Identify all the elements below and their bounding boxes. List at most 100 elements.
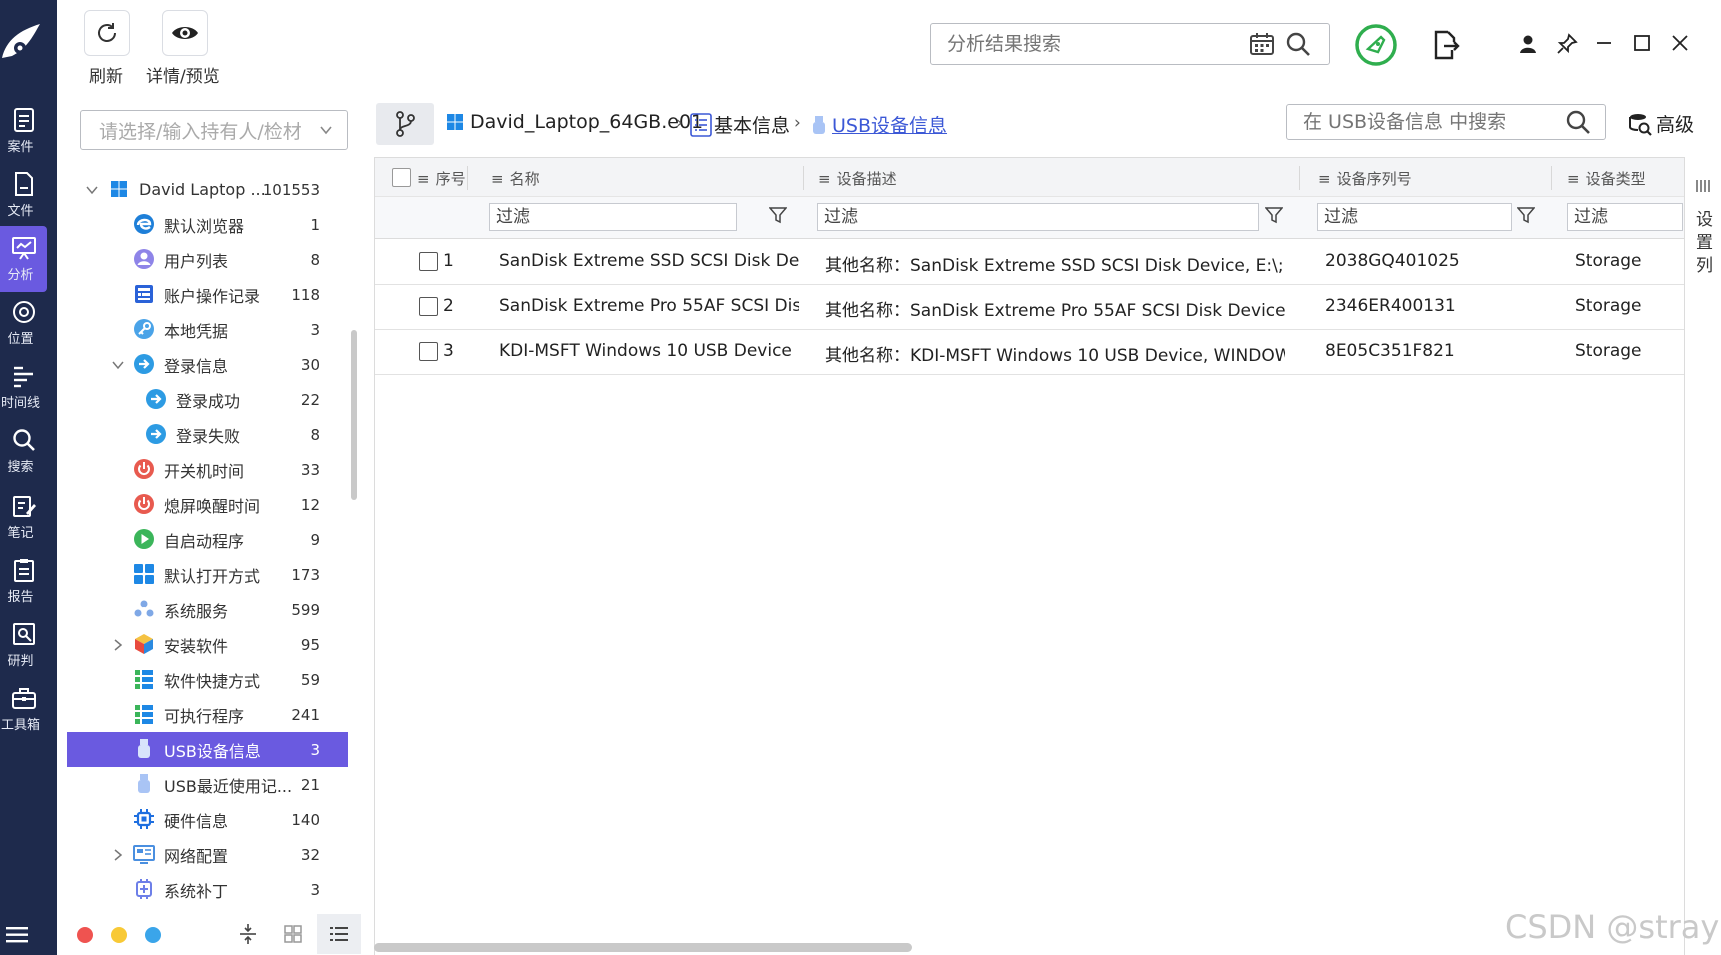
chevron-down-icon[interactable] — [111, 358, 125, 372]
tree-item[interactable]: 硬件信息 140 — [67, 802, 348, 837]
branch-button[interactable] — [376, 103, 434, 145]
rail-item-note[interactable]: 笔记 — [0, 484, 47, 550]
tree-item[interactable]: 熄屏唤醒时间 12 — [67, 487, 348, 522]
cell-index: 3 — [443, 341, 454, 361]
rail-item-location[interactable]: 位置 — [0, 290, 47, 356]
column-divider[interactable] — [1551, 166, 1552, 190]
close-icon[interactable] — [1670, 33, 1690, 53]
tree-item[interactable]: 登录成功 22 — [67, 382, 348, 417]
calendar-icon[interactable] — [1249, 32, 1275, 56]
tree-item[interactable]: 本地凭据 3 — [67, 312, 348, 347]
rail-item-toolbox[interactable]: 工具箱 — [0, 676, 47, 742]
tree-item[interactable]: 默认打开方式 173 — [67, 557, 348, 592]
tree-item[interactable]: 系统服务 599 — [67, 592, 348, 627]
tree-item-count: 101553 — [262, 180, 320, 199]
yellow-dot[interactable] — [111, 927, 127, 943]
horizontal-scrollbar[interactable] — [374, 943, 912, 952]
tree-item[interactable]: 账户操作记录 118 — [67, 277, 348, 312]
rail-item-report[interactable]: 报告 — [0, 548, 47, 614]
preview-button[interactable] — [162, 10, 208, 56]
status-shield-icon[interactable] — [1354, 23, 1398, 67]
maximize-icon[interactable] — [1632, 33, 1652, 53]
export-icon[interactable] — [1432, 30, 1460, 60]
row-checkbox[interactable] — [419, 342, 438, 361]
pin-icon[interactable] — [1556, 33, 1578, 55]
filter-icon[interactable] — [1517, 206, 1535, 224]
advanced-search-button[interactable]: 高级 — [1628, 110, 1694, 137]
row-checkbox[interactable] — [419, 297, 438, 316]
breadcrumb-basic-info[interactable]: 基本信息 — [690, 111, 790, 138]
filter-desc-input[interactable]: 过滤 — [817, 203, 1259, 231]
tree-item[interactable]: 默认浏览器 1 — [67, 207, 348, 242]
minimize-icon[interactable] — [1594, 33, 1614, 53]
rail-item-case[interactable]: 案件 — [0, 98, 47, 164]
table-search-input[interactable] — [1301, 110, 1565, 134]
timeline-icon — [11, 363, 37, 389]
rail-item-analysis[interactable]: 分析 — [0, 226, 47, 292]
tree-item[interactable]: 网络配置 32 — [67, 837, 348, 872]
list-view-icon[interactable] — [317, 914, 361, 954]
tree-item[interactable]: 登录信息 30 — [67, 347, 348, 382]
advanced-search-icon — [1628, 112, 1652, 136]
rail-item-file[interactable]: 文件 — [0, 162, 47, 228]
chevron-right-icon[interactable] — [111, 638, 125, 652]
search-icon[interactable] — [1285, 31, 1311, 57]
column-divider[interactable] — [467, 166, 468, 190]
rail-item-timeline[interactable]: 时间线 — [0, 354, 47, 420]
power-icon — [133, 458, 155, 480]
menu-icon[interactable] — [6, 925, 30, 945]
filter-icon[interactable] — [769, 206, 787, 224]
column-settings-button[interactable]: 设置列 — [1684, 157, 1721, 955]
column-header-name[interactable]: ≡ 名称 — [491, 168, 540, 189]
analysis-search-input[interactable] — [945, 32, 1249, 56]
select-all-checkbox[interactable] — [392, 168, 411, 187]
tree-item[interactable]: 安装软件 95 — [67, 627, 348, 662]
shortcut-icon — [133, 668, 155, 690]
blue-dot[interactable] — [145, 927, 161, 943]
table-row[interactable]: 1 SanDisk Extreme SSD SCSI Disk Devi... 其他… — [375, 239, 1685, 285]
analysis-search-box[interactable] — [930, 23, 1330, 65]
breadcrumb-evidence[interactable]: David_Laptop_64GB.e01 — [446, 111, 703, 133]
refresh-button[interactable] — [84, 10, 130, 56]
red-dot[interactable] — [77, 927, 93, 943]
filter-name-input[interactable]: 过滤 — [489, 203, 737, 231]
search-icon[interactable] — [1565, 109, 1591, 135]
tree-item[interactable]: USB最近使用记... 21 — [67, 767, 348, 802]
tree-item[interactable]: USB设备信息 3 — [67, 732, 348, 767]
holder-select[interactable]: 请选择/输入持有人/检材 — [80, 110, 348, 150]
column-menu-icon: ≡ — [491, 169, 504, 188]
table-row[interactable]: 3 KDI-MSFT Windows 10 USB Device 其他名称：KDI-… — [375, 329, 1685, 375]
filter-type-input[interactable]: 过滤 — [1567, 203, 1683, 231]
column-header-serial[interactable]: ≡ 设备序列号 — [1318, 168, 1412, 189]
tree-item[interactable]: 登录失败 8 — [67, 417, 348, 452]
table-search-box[interactable] — [1286, 104, 1606, 140]
breadcrumb-current[interactable]: USB设备信息 — [812, 111, 947, 138]
tree-item[interactable]: 可执行程序 241 — [67, 697, 348, 732]
column-header-type[interactable]: ≡ 设备类型 — [1567, 168, 1646, 189]
rail-item-judge[interactable]: 研判 — [0, 612, 47, 678]
login-success-icon — [145, 388, 167, 410]
rail-item-search[interactable]: 搜索 — [0, 418, 47, 484]
chevron-right-icon[interactable] — [111, 848, 125, 862]
column-divider[interactable] — [803, 166, 804, 190]
column-header-index[interactable]: ≡ 序号 — [417, 168, 466, 189]
collapse-icon[interactable] — [239, 922, 257, 946]
column-divider[interactable] — [1299, 166, 1300, 190]
table-row[interactable]: 2 SanDisk Extreme Pro 55AF SCSI Disk... 其他… — [375, 284, 1685, 330]
tree-item-count: 140 — [291, 810, 320, 829]
tree-item[interactable]: 开关机时间 33 — [67, 452, 348, 487]
tree-item[interactable]: 自启动程序 9 — [67, 522, 348, 557]
tree-item[interactable]: 软件快捷方式 59 — [67, 662, 348, 697]
row-checkbox[interactable] — [419, 252, 438, 271]
filter-serial-input[interactable]: 过滤 — [1317, 203, 1512, 231]
tree-item-label: USB设备信息 — [164, 741, 261, 761]
tree-item[interactable]: 系统补丁 3 — [67, 872, 348, 907]
tree-item[interactable]: 用户列表 8 — [67, 242, 348, 277]
grid-view-icon[interactable] — [283, 924, 303, 944]
chevron-down-icon[interactable] — [85, 183, 99, 197]
column-header-desc[interactable]: ≡ 设备描述 — [818, 168, 897, 189]
filter-icon[interactable] — [1265, 206, 1283, 224]
user-icon[interactable] — [1518, 34, 1538, 54]
tree-item[interactable]: David Laptop ... 101553 — [67, 172, 348, 207]
tree-scrollbar[interactable] — [351, 330, 357, 500]
